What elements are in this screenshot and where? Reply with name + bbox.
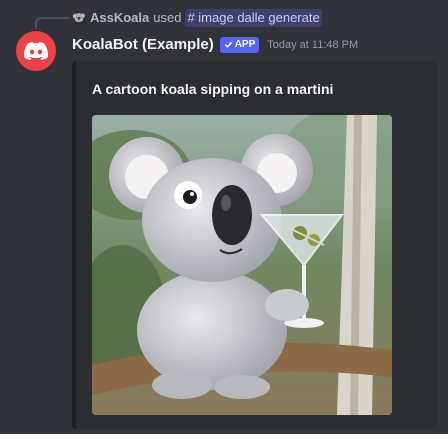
embed-title: A cartoon koala sipping on a martini xyxy=(92,81,334,97)
checkmark-icon xyxy=(224,41,232,48)
koala-avatar-icon[interactable]: 🐨 xyxy=(72,11,86,25)
author-name[interactable]: KoalaBot (Example) xyxy=(72,36,214,53)
reply-action-text: used xyxy=(153,10,182,25)
app-badge: APP xyxy=(219,36,260,53)
slash-command-mention[interactable]: # image dalle generate xyxy=(185,9,322,27)
koala-martini-illustration xyxy=(92,115,392,415)
app-badge-label: APP xyxy=(234,39,256,50)
message-header: KoalaBot (Example) APP Today at 11:48 PM xyxy=(72,36,358,53)
embed-image[interactable] xyxy=(92,115,392,415)
reply-spine xyxy=(35,17,69,29)
message-timestamp[interactable]: Today at 11:48 PM xyxy=(267,39,358,51)
bottom-divider xyxy=(0,434,448,439)
reply-context[interactable]: 🐨 AssKoala used # image dalle generate xyxy=(72,9,322,27)
embed: A cartoon koala sipping on a martini xyxy=(72,61,437,429)
discord-logo-icon xyxy=(24,42,48,60)
reply-username[interactable]: AssKoala xyxy=(90,9,149,27)
bot-avatar[interactable] xyxy=(16,31,56,71)
